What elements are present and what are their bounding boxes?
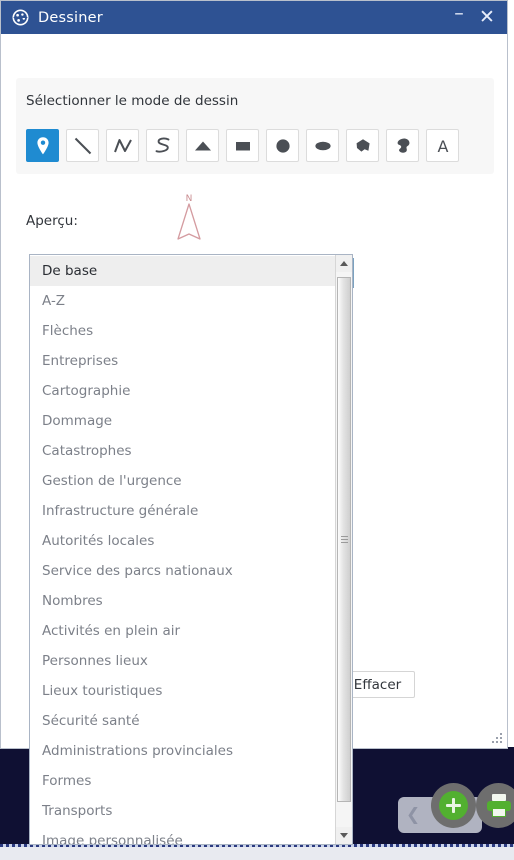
text-a-icon: A — [432, 135, 454, 157]
category-option[interactable]: Administrations provinciales — [30, 736, 335, 766]
category-option[interactable]: Nombres — [30, 586, 335, 616]
freehand-line-tool-button[interactable] — [146, 129, 179, 162]
category-option[interactable]: Transports — [30, 796, 335, 826]
scroll-up-button[interactable] — [336, 255, 352, 272]
freehand-line-icon — [152, 135, 174, 157]
dropdown-scroll-track[interactable] — [336, 272, 352, 827]
window-title: Dessiner — [38, 9, 103, 26]
palette-icon — [12, 9, 29, 26]
category-option[interactable]: Service des parcs nationaux — [30, 556, 335, 586]
resize-grip[interactable] — [491, 732, 503, 744]
category-option[interactable]: De base — [30, 256, 335, 286]
polygon-tool-button[interactable] — [346, 129, 379, 162]
line-icon — [72, 135, 94, 157]
triangle-icon — [192, 135, 214, 157]
ellipse-tool-button[interactable] — [306, 129, 339, 162]
bottom-status-strip — [0, 844, 514, 860]
dropdown-scrollbar[interactable] — [335, 255, 352, 844]
rectangle-tool-button[interactable] — [226, 129, 259, 162]
category-option[interactable]: Lieux touristiques — [30, 676, 335, 706]
dropdown-scroll-thumb[interactable] — [337, 277, 351, 802]
print-button[interactable] — [476, 783, 514, 828]
add-button[interactable] — [431, 783, 476, 828]
line-tool-button[interactable] — [66, 129, 99, 162]
freehand-polygon-icon — [392, 135, 414, 157]
svg-text:N: N — [186, 194, 193, 204]
category-option-list[interactable]: De base A-Z Flèches Entreprises Cartographie… — [30, 255, 335, 844]
scroll-thumb-grip-icon — [341, 535, 348, 544]
plus-circle-icon — [439, 791, 468, 820]
polyline-icon — [112, 135, 134, 157]
category-option[interactable]: Infrastructure générale — [30, 496, 335, 526]
preview-label: Aperçu: — [26, 213, 78, 229]
category-option[interactable]: Flèches — [30, 316, 335, 346]
polyline-tool-button[interactable] — [106, 129, 139, 162]
category-option[interactable]: A-Z — [30, 286, 335, 316]
freehand-polygon-tool-button[interactable] — [386, 129, 419, 162]
drawing-mode-label: Sélectionner le mode de dessin — [26, 93, 239, 109]
category-option[interactable]: Gestion de l'urgence — [30, 466, 335, 496]
drawing-tool-row: A — [26, 129, 459, 162]
drawing-mode-panel: Sélectionner le mode de dessin A — [16, 78, 494, 174]
printer-icon — [486, 793, 512, 818]
category-option[interactable]: Personnes lieux — [30, 646, 335, 676]
category-option[interactable]: Cartographie — [30, 376, 335, 406]
category-option[interactable]: Entreprises — [30, 346, 335, 376]
category-option[interactable]: Formes — [30, 766, 335, 796]
circle-tool-button[interactable] — [266, 129, 299, 162]
category-option[interactable]: Catastrophes — [30, 436, 335, 466]
polygon-icon — [352, 135, 374, 157]
category-option[interactable]: Image personnalisée — [30, 826, 335, 844]
category-select-dropdown[interactable]: De base A-Z Flèches Entreprises Cartographie… — [29, 254, 353, 845]
ellipse-icon — [312, 135, 334, 157]
svg-text:A: A — [437, 137, 448, 156]
north-arrow-icon: N — [169, 189, 209, 244]
chevron-left-icon: ❮ — [406, 804, 421, 825]
category-option[interactable]: Dommage — [30, 406, 335, 436]
scroll-down-button[interactable] — [336, 827, 352, 844]
category-option[interactable]: Sécurité santé — [30, 706, 335, 736]
category-option[interactable]: Autorités locales — [30, 526, 335, 556]
map-pin-icon — [35, 136, 51, 156]
minimize-button[interactable]: – — [445, 4, 473, 32]
close-button[interactable]: ✕ — [473, 4, 501, 32]
rectangle-icon — [232, 135, 254, 157]
text-tool-button[interactable]: A — [426, 129, 459, 162]
point-tool-button[interactable] — [26, 129, 59, 162]
dialog-titlebar[interactable]: Dessiner – ✕ — [1, 1, 507, 34]
circle-icon — [272, 135, 294, 157]
category-option[interactable]: Activités en plein air — [30, 616, 335, 646]
triangle-tool-button[interactable] — [186, 129, 219, 162]
